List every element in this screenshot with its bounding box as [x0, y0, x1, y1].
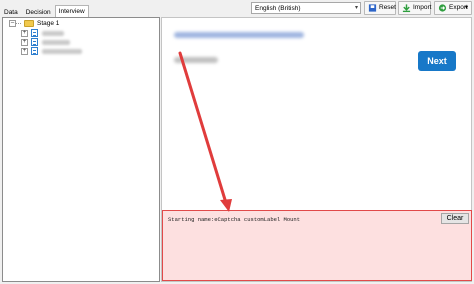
reset-icon [368, 4, 377, 12]
tree-item-label-redacted [42, 39, 70, 45]
tree-item[interactable]: + [21, 47, 82, 55]
document-icon [31, 38, 38, 46]
import-label: Import [413, 4, 432, 11]
import-icon [402, 4, 411, 13]
tree-item[interactable]: + [21, 29, 64, 37]
export-button[interactable]: Export ▾ [434, 1, 472, 15]
tab-data[interactable]: Data [0, 6, 22, 17]
reset-label: Reset [379, 4, 396, 11]
dropdown-arrow-icon: ▾ [354, 5, 358, 11]
tree-root[interactable]: – Stage 1 [9, 20, 59, 27]
log-text: Starting name:eCaptcha customLabel Mount [168, 216, 301, 223]
question-title-redacted [174, 32, 304, 38]
expand-icon[interactable]: + [21, 38, 28, 46]
language-select-value: English (British) [255, 5, 301, 12]
interview-panel: Next Starting name:eCaptcha customLabel … [161, 17, 472, 282]
reset-button[interactable]: Reset [364, 1, 396, 15]
document-icon [31, 29, 38, 37]
stage-tree-panel: – Stage 1 + + + [2, 17, 160, 282]
tree-item[interactable]: + [21, 38, 70, 46]
question-text-redacted [174, 57, 218, 63]
document-icon [31, 47, 38, 55]
clear-button[interactable]: Clear [441, 213, 469, 224]
tab-strip: Data Decision Interview [0, 5, 89, 17]
expand-icon[interactable]: + [21, 29, 28, 37]
tree-root-label: Stage 1 [37, 20, 60, 27]
tree-connector [16, 23, 21, 24]
next-button[interactable]: Next [418, 51, 456, 71]
tab-decision[interactable]: Decision [22, 6, 55, 17]
expand-icon[interactable]: + [21, 47, 28, 55]
collapse-icon[interactable]: – [9, 20, 16, 27]
folder-icon [24, 20, 34, 27]
chevron-down-icon: ▾ [464, 5, 468, 11]
tree-item-label-redacted [42, 48, 82, 54]
export-icon [438, 4, 447, 12]
debug-log-panel: Starting name:eCaptcha customLabel Mount… [162, 210, 472, 281]
import-button[interactable]: Import [398, 1, 431, 15]
language-select[interactable]: English (British) ▾ [251, 2, 361, 14]
tree-item-label-redacted [42, 30, 64, 36]
tab-interview[interactable]: Interview [54, 5, 89, 17]
